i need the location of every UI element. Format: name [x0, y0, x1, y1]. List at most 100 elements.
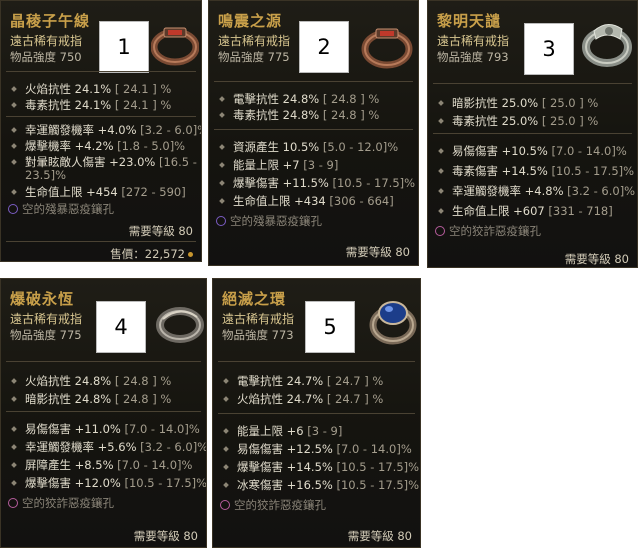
bullet-icon [438, 147, 444, 154]
stat-line: 爆擊傷害 +14.5% [10.5 - 17.5]% [223, 459, 419, 475]
stat-line: 毒素抗性 24.8% [ 24.8 ] % [219, 107, 379, 123]
item-card-5[interactable]: 絕滅之環 遠古稀有戒指 物品強度 773 5 電擊抗性 24.7% [ 24.7… [212, 278, 421, 548]
level-requirement: 需要等級 80 [347, 529, 412, 543]
sell-price: 售價：22,572 [110, 246, 193, 261]
item-card-2[interactable]: 鳴震之源 遠古稀有戒指 物品強度 775 2 電擊抗性 24.8% [ 24.8… [208, 0, 419, 266]
stat-line: 冰寒傷害 +16.5% [10.5 - 17.5]% [223, 477, 419, 493]
stat-line: 幸運觸發機率 +4.8% [3.2 - 6.0]% [438, 183, 635, 199]
bullet-icon [223, 463, 229, 470]
socket-icon [8, 203, 18, 214]
item-title: 鳴震之源 [218, 12, 283, 30]
separator [6, 71, 196, 72]
ring-icon [369, 301, 417, 345]
bullet-icon [219, 95, 225, 102]
bullet-icon [11, 142, 17, 149]
stat-line: 爆擊傷害 +11.5% [10.5 - 17.5]% [219, 175, 415, 191]
stat-line: 生命值上限 +434 [306 - 664] [219, 193, 394, 209]
item-type: 遠古稀有戒指 [218, 34, 291, 48]
ring-icon [361, 28, 413, 69]
bullet-icon [11, 395, 17, 402]
item-power: 物品強度 750 [10, 50, 82, 64]
stat-line: 生命值上限 +454 [272 - 590] [11, 184, 186, 200]
item-type: 遠古稀有戒指 [10, 34, 83, 48]
bullet-icon [219, 179, 225, 186]
stat-line: 爆擊傷害 +12.0% [10.5 - 17.5]% [11, 475, 206, 491]
item-power: 物品強度 793 [437, 50, 509, 64]
stat-line: 火焰抗性 24.1% [ 24.1 ] % [11, 81, 171, 97]
item-title: 爆破永恆 [10, 290, 75, 308]
level-requirement: 需要等級 80 [128, 224, 193, 238]
number-label: 5 [305, 301, 355, 353]
bullet-icon [223, 481, 229, 488]
bullet-icon [438, 117, 444, 124]
item-card-1[interactable]: 晶稜子午線 遠古稀有戒指 物品強度 750 1 火焰抗性 24.1% [ 24.… [0, 0, 202, 262]
stat-line: 易傷傷害 +10.5% [7.0 - 14.0]% [438, 143, 627, 159]
stat-line-wrap: 23.5]% [25, 168, 67, 182]
bullet-icon [11, 443, 17, 450]
socket-line: 空的狡詐惡疫鑲孔 [8, 495, 114, 511]
bullet-icon [219, 161, 225, 168]
item-power: 物品強度 775 [218, 50, 290, 64]
separator [433, 83, 632, 84]
socket-line: 空的殘暴惡疫鑲孔 [8, 201, 114, 217]
number-label: 3 [524, 23, 574, 75]
separator [6, 241, 196, 242]
bullet-icon [11, 425, 17, 432]
number-label: 4 [96, 301, 146, 353]
separator [218, 361, 415, 362]
item-title: 晶稜子午線 [10, 12, 91, 30]
separator [214, 81, 413, 82]
bullet-icon [11, 101, 17, 108]
stat-line: 生命值上限 +607 [331 - 718] [438, 203, 613, 219]
stat-line: 爆擊機率 +4.2% [1.8 - 5.0]% [11, 138, 185, 154]
stat-line: 毒素傷害 +14.5% [10.5 - 17.5]% [438, 163, 634, 179]
item-type: 遠古稀有戒指 [437, 34, 510, 48]
level-requirement: 需要等級 80 [564, 252, 629, 266]
bullet-icon [223, 377, 229, 384]
bullet-icon [438, 187, 444, 194]
item-title: 黎明天譴 [437, 12, 502, 30]
bullet-icon [219, 111, 225, 118]
coin-icon [188, 252, 193, 257]
stat-line: 暗影抗性 25.0% [ 25.0 ] % [438, 95, 598, 111]
socket-icon [220, 499, 230, 510]
item-title: 絕滅之環 [222, 290, 287, 308]
ring-icon [582, 24, 632, 67]
bullet-icon [11, 461, 17, 468]
socket-line: 空的殘暴惡疫鑲孔 [216, 213, 322, 229]
item-type: 遠古稀有戒指 [222, 312, 295, 326]
bullet-icon [223, 395, 229, 402]
stat-line: 火焰抗性 24.7% [ 24.7 ] % [223, 391, 383, 407]
separator [433, 133, 632, 134]
separator [6, 411, 201, 412]
bullet-icon [11, 377, 17, 384]
socket-icon [435, 225, 445, 236]
socket-line: 空的狡詐惡疫鑲孔 [220, 497, 326, 513]
item-card-4[interactable]: 爆破永恆 遠古稀有戒指 物品強度 775 4 火焰抗性 24.8% [ 24.8… [0, 278, 207, 548]
bullet-icon [438, 167, 444, 174]
bullet-icon [11, 479, 17, 486]
bullet-icon [438, 99, 444, 106]
stat-line: 能量上限 +7 [3 - 9] [219, 157, 338, 173]
separator [6, 116, 196, 117]
bullet-icon [438, 207, 444, 214]
stat-line: 暗影抗性 24.8% [ 24.8 ] % [11, 391, 171, 407]
item-power: 物品強度 773 [222, 328, 294, 342]
stat-line: 幸運觸發機率 +4.0% [3.2 - 6.0]% [11, 122, 201, 138]
bullet-icon [11, 126, 17, 133]
bullet-icon [223, 445, 229, 452]
socket-line: 空的狡詐惡疫鑲孔 [435, 223, 541, 239]
bullet-icon [11, 85, 17, 92]
separator [218, 413, 415, 414]
bullet-icon [219, 197, 225, 204]
ring-icon [156, 307, 204, 343]
socket-icon [8, 497, 18, 508]
separator [214, 129, 413, 130]
stat-line: 電擊抗性 24.8% [ 24.8 ] % [219, 91, 379, 107]
stat-line: 資源產生 10.5% [5.0 - 12.0]% [219, 139, 398, 155]
item-card-3[interactable]: 黎明天譴 遠古稀有戒指 物品強度 793 3 暗影抗性 25.0% [ 25.0… [427, 0, 638, 268]
stat-line: 易傷傷害 +12.5% [7.0 - 14.0]% [223, 441, 412, 457]
stat-line: 能量上限 +6 [3 - 9] [223, 423, 342, 439]
level-requirement: 需要等級 80 [345, 245, 410, 259]
stat-line: 幸運觸發機率 +5.6% [3.2 - 6.0]% [11, 439, 206, 455]
